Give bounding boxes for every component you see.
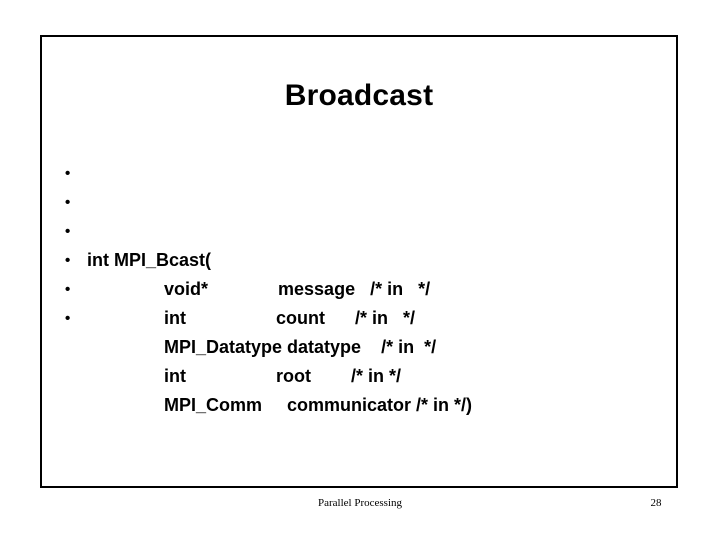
bullet-icon: •: [65, 194, 71, 211]
list-item: • int count /* in */: [60, 217, 660, 328]
bullet-icon: •: [65, 223, 71, 240]
list-item: • int root /* in */: [60, 275, 660, 386]
footer-note: Parallel Processing: [317, 497, 402, 509]
slide-page: { "colors": { "background": "#ffffff", "…: [0, 0, 720, 540]
list-item: • int MPI_Bcast(: [60, 159, 660, 270]
list-item: • MPI_Comm communicator /* in */): [60, 304, 660, 415]
slide-border-frame: Broadcast • int MPI_Bcast( • void* messa…: [40, 35, 678, 488]
bullet-icon: •: [65, 310, 71, 327]
bullet-icon: •: [65, 165, 71, 182]
page-title: Broadcast: [284, 79, 434, 112]
list-item: • MPI_Datatype datatype /* in */: [60, 246, 660, 357]
list-item: • void* message /* in */: [60, 188, 660, 299]
list-item-label: MPI_Comm communicator /* in */): [164, 395, 473, 415]
bullet-list: • int MPI_Bcast( • void* message /* in *…: [60, 159, 660, 415]
bullet-icon: •: [65, 281, 71, 298]
bullet-icon: •: [65, 252, 71, 269]
page-number: 28: [650, 497, 662, 509]
